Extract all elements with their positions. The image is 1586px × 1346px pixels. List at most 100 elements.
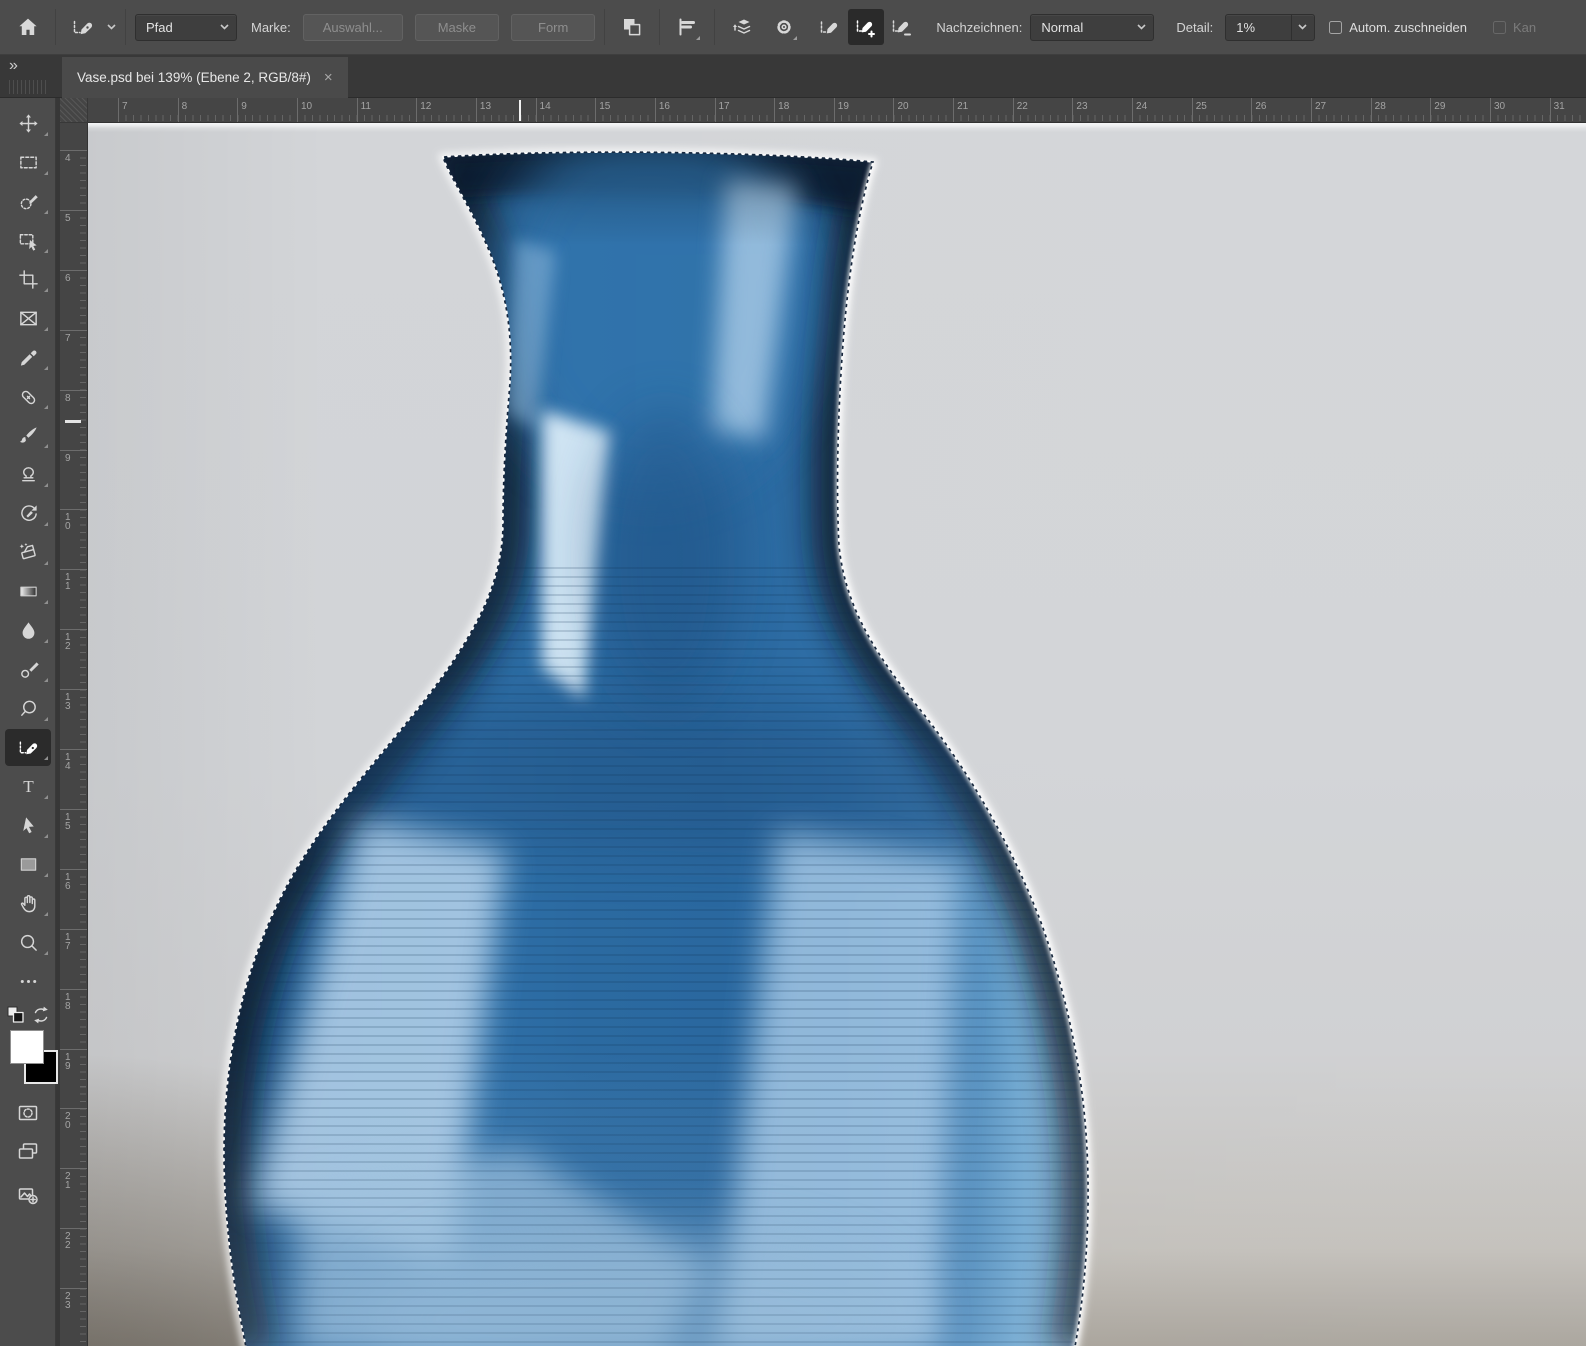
- autocrop-label: Autom. zuschneiden: [1349, 20, 1467, 35]
- document-tab-title: Vase.psd bei 139% (Ebene 2, RGB/8#): [77, 70, 311, 85]
- ruler-number: 5: [65, 214, 71, 223]
- nachzeichnen-value: Normal: [1041, 20, 1131, 35]
- tool-edit-toolbar[interactable]: [0, 962, 56, 1001]
- panel-grip: [9, 80, 49, 94]
- pen-subtract-icon[interactable]: [884, 9, 920, 45]
- tool-history-brush[interactable]: [0, 494, 56, 533]
- ruler-number: 2 2: [65, 1232, 71, 1250]
- path-operations-icon[interactable]: [614, 9, 650, 45]
- tool-crop[interactable]: [0, 260, 56, 299]
- nachzeichnen-select[interactable]: Normal: [1030, 14, 1154, 41]
- home-icon[interactable]: [10, 9, 46, 45]
- svg-text:T: T: [23, 777, 34, 796]
- ruler-number: 1 3: [65, 693, 71, 711]
- import-image-icon[interactable]: [0, 1176, 56, 1214]
- tool-healing-brush[interactable]: [0, 377, 56, 416]
- swap-colors-icon[interactable]: [29, 1003, 53, 1027]
- tool-move[interactable]: [0, 104, 56, 143]
- detail-label: Detail:: [1176, 20, 1213, 35]
- ruler-corner[interactable]: [60, 98, 88, 123]
- pen-add-icon[interactable]: [848, 9, 884, 45]
- pen-new-selection-icon[interactable]: [812, 9, 848, 45]
- ruler-number: 1 6: [65, 873, 71, 891]
- ruler-left[interactable]: 4567891 01 11 21 31 41 51 61 71 81 92 02…: [60, 123, 88, 1346]
- auswahl-button[interactable]: Auswahl...: [303, 14, 403, 41]
- tool-path-selection[interactable]: [0, 806, 56, 845]
- ruler-number: 12: [420, 101, 431, 112]
- tool-brush[interactable]: [0, 416, 56, 455]
- tool-freeform-pen[interactable]: [0, 728, 56, 767]
- align-icon[interactable]: [669, 9, 705, 45]
- ruler-number: 4: [65, 154, 71, 163]
- tool-zoom[interactable]: [0, 923, 56, 962]
- nachzeichnen-label: Nachzeichnen:: [936, 20, 1022, 35]
- ruler-number: 18: [778, 101, 789, 112]
- chevron-down-icon[interactable]: [107, 24, 116, 30]
- detail-value: 1%: [1236, 20, 1285, 35]
- tool-gradient[interactable]: [0, 572, 56, 611]
- ruler-number: 8: [65, 394, 71, 403]
- tool-mode-select[interactable]: Pfad: [135, 14, 237, 41]
- ruler-number: 21: [957, 101, 968, 112]
- chevron-down-icon: [220, 24, 229, 30]
- tool-eyedropper[interactable]: [0, 338, 56, 377]
- arrange-layers-icon[interactable]: [724, 9, 760, 45]
- quick-mask-icon[interactable]: [0, 1094, 56, 1132]
- maske-button[interactable]: Maske: [415, 14, 499, 41]
- chevron-down-icon: [1298, 24, 1307, 30]
- ruler-top[interactable]: 7891011121314151617181920212223242526272…: [88, 98, 1586, 123]
- ruler-number: 27: [1315, 101, 1326, 112]
- clipped-checkbox: Kan: [1493, 20, 1536, 35]
- freeform-pen-preset-icon[interactable]: [65, 9, 101, 45]
- ruler-number: 7: [65, 334, 71, 343]
- tool-frame[interactable]: [0, 299, 56, 338]
- close-icon[interactable]: ×: [324, 69, 333, 86]
- tool-rectangle-shape[interactable]: [0, 845, 56, 884]
- gear-icon[interactable]: [766, 9, 802, 45]
- tool-smudge[interactable]: [0, 650, 56, 689]
- screen-mode-icon[interactable]: [0, 1132, 56, 1170]
- cursor-position-tick: [65, 420, 81, 423]
- color-swatches: [10, 1030, 56, 1088]
- tool-type[interactable]: T: [0, 767, 56, 806]
- tool-object-selection[interactable]: [0, 221, 56, 260]
- tool-hand[interactable]: [0, 884, 56, 923]
- ruler-number: 1 1: [65, 573, 71, 591]
- form-button[interactable]: Form: [511, 14, 595, 41]
- tool-rectangular-marquee[interactable]: [0, 143, 56, 182]
- ruler-number: 25: [1196, 101, 1207, 112]
- detail-select[interactable]: 1%: [1225, 14, 1315, 41]
- checkbox-icon[interactable]: [1329, 21, 1342, 34]
- canvas[interactable]: [88, 123, 1586, 1346]
- ruler-number: 7: [122, 101, 128, 112]
- vase-body: [88, 123, 1586, 1346]
- options-bar: Pfad Marke: Auswahl... Maske Form Nachze…: [0, 0, 1586, 55]
- ruler-number: 29: [1434, 101, 1445, 112]
- ruler-number: 8: [182, 101, 188, 112]
- ruler-number: 1 8: [65, 993, 71, 1011]
- vase-image: [88, 123, 1586, 1346]
- ruler-number: 2 0: [65, 1112, 71, 1130]
- ruler-number: 28: [1375, 101, 1386, 112]
- checkbox-icon: [1493, 21, 1506, 34]
- tool-clone-stamp[interactable]: [0, 455, 56, 494]
- default-colors-icon[interactable]: [4, 1003, 28, 1027]
- ruler-number: 17: [719, 101, 730, 112]
- tool-selection-brush[interactable]: [0, 182, 56, 221]
- ruler-number: 1 2: [65, 633, 71, 651]
- ruler-number: 15: [599, 101, 610, 112]
- tool-dodge[interactable]: [0, 689, 56, 728]
- ruler-number: 1 5: [65, 813, 71, 831]
- autocrop-checkbox[interactable]: Autom. zuschneiden: [1329, 20, 1467, 35]
- ruler-number: 9: [241, 101, 247, 112]
- document-tab[interactable]: Vase.psd bei 139% (Ebene 2, RGB/8#) ×: [62, 57, 348, 98]
- tab-strip: » Vase.psd bei 139% (Ebene 2, RGB/8#) ×: [0, 55, 1586, 98]
- ruler-number: 2 3: [65, 1292, 71, 1310]
- ruler-number: 1 4: [65, 753, 71, 771]
- tool-blur[interactable]: [0, 611, 56, 650]
- expand-panels-icon[interactable]: »: [9, 57, 18, 75]
- ruler-number: 11: [361, 101, 371, 112]
- foreground-color-swatch[interactable]: [10, 1030, 44, 1064]
- ruler-number: 19: [838, 101, 849, 112]
- tool-eraser[interactable]: [0, 533, 56, 572]
